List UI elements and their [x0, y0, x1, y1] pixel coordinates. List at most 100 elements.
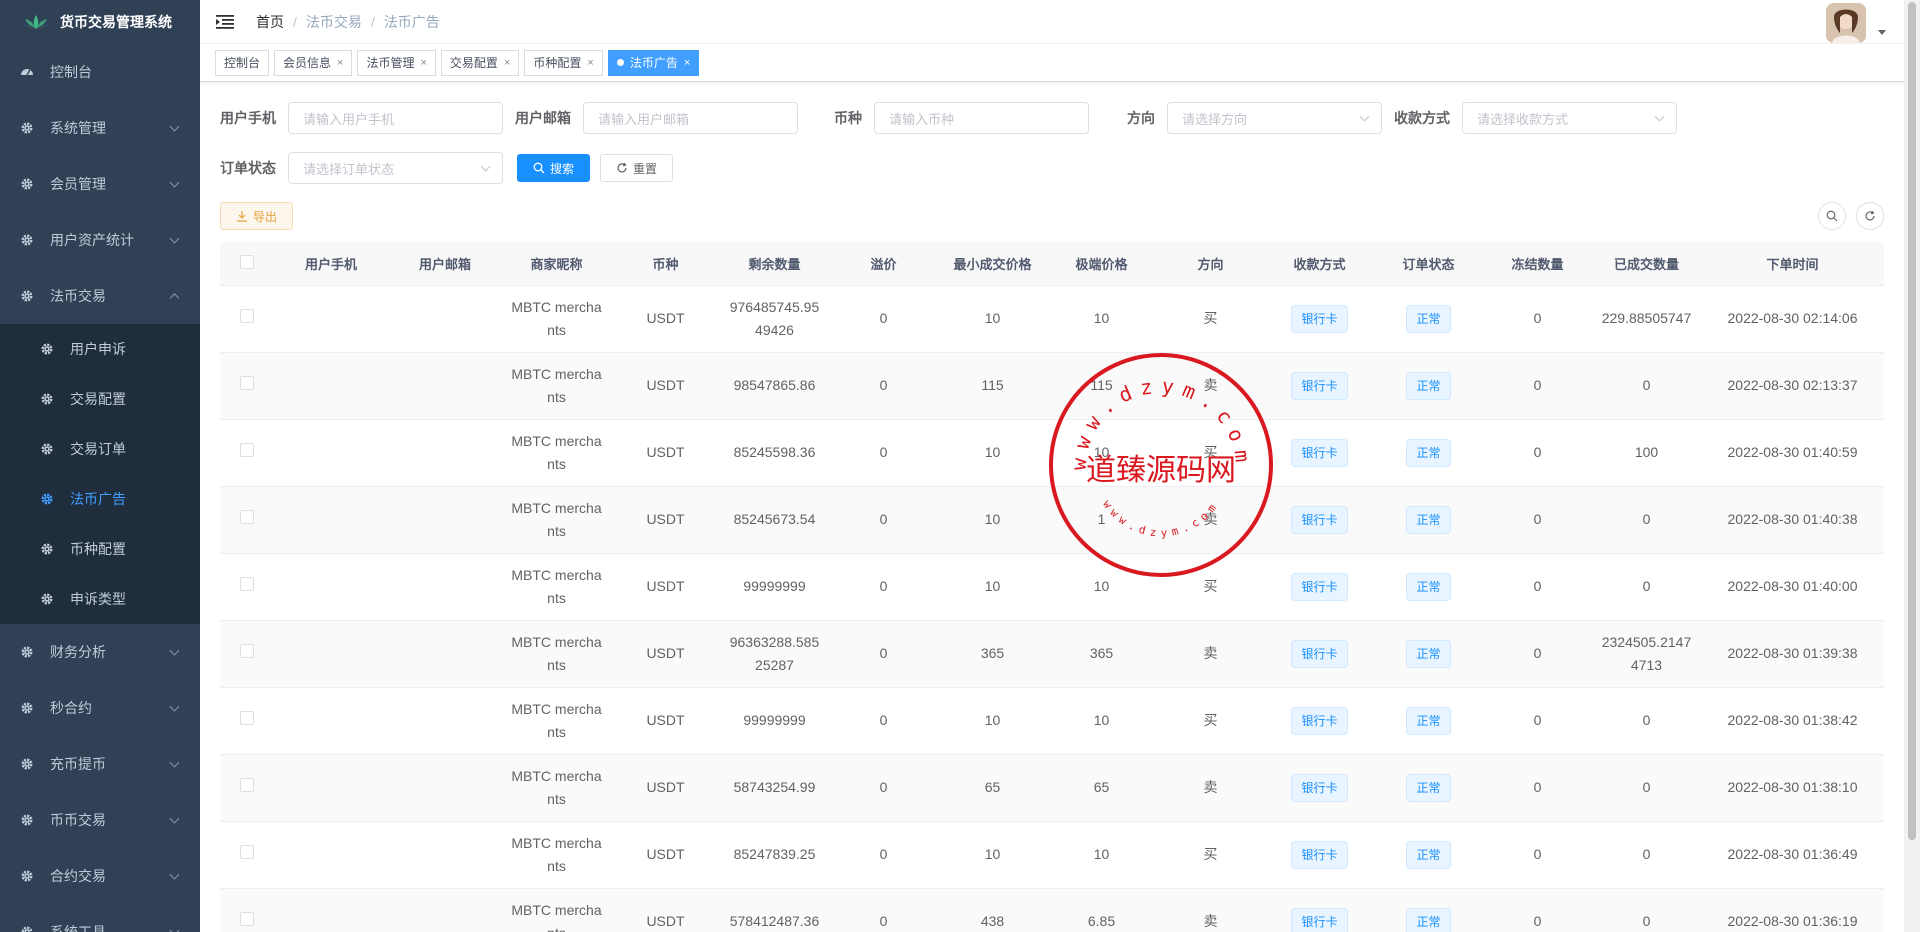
page-scrollbar[interactable] — [1904, 0, 1920, 932]
scrollbar-thumb[interactable] — [1908, 2, 1916, 840]
sidebar-subitem-5[interactable]: 申诉类型 — [0, 574, 200, 624]
table-row[interactable]: MBTC merchants USDT 98547865.86 0 115 115 卖银行卡… — [220, 352, 1884, 420]
table-cell: 0 — [1483, 687, 1592, 755]
table-row[interactable]: MBTC merchants USDT 976485745.9549426 0 10 10… — [220, 285, 1884, 353]
sidebar-subitem-2[interactable]: 交易订单 — [0, 424, 200, 474]
row-checkbox[interactable] — [240, 845, 254, 859]
reset-button[interactable]: 重置 — [600, 154, 674, 182]
tag-3[interactable]: 交易配置 × — [440, 49, 520, 76]
row-checkbox[interactable] — [240, 376, 254, 390]
table-cell: 0 — [1592, 352, 1701, 420]
sidebar-item-label: 用户资产统计 — [50, 232, 134, 248]
row-checkbox[interactable] — [240, 912, 254, 926]
table-row[interactable]: MBTC merchants USDT 85245673.54 0 10 1 卖银行卡 正常 0… — [220, 486, 1884, 554]
close-icon[interactable]: × — [587, 57, 593, 69]
table-cell — [274, 821, 388, 889]
sidebar-item-1[interactable]: 系统管理 — [0, 100, 200, 156]
sidebar-item-tools[interactable]: 系统工具 — [0, 904, 200, 932]
export-button[interactable]: 导出 — [220, 202, 294, 230]
status-cell: 正常 — [1374, 419, 1483, 487]
gear-icon — [40, 442, 54, 456]
sidebar-subitem-1[interactable]: 交易配置 — [0, 374, 200, 424]
sidebar-subitem-3[interactable]: 法币广告 — [0, 474, 200, 524]
table-row[interactable]: MBTC merchants USDT 99999999 0 10 10 买银行卡 正常 0 0 2… — [220, 553, 1884, 621]
sidebar-subitem-label: 申诉类型 — [70, 591, 126, 607]
sidebar-subitem-label: 交易订单 — [70, 441, 126, 457]
close-icon[interactable]: × — [684, 57, 690, 69]
email-input[interactable]: 请输入用户邮箱 — [583, 102, 798, 134]
sidebar-item-0[interactable]: 控制台 — [0, 44, 200, 100]
row-checkbox[interactable] — [240, 510, 254, 524]
sidebar-item-6[interactable]: 秒合约 — [0, 680, 200, 736]
avatar[interactable] — [1826, 3, 1866, 43]
tag-5[interactable]: 法币广告 × — [607, 49, 700, 76]
chevron-down-icon — [480, 161, 491, 172]
close-icon[interactable]: × — [504, 57, 510, 69]
row-checkbox[interactable] — [240, 778, 254, 792]
sidebar-item-5[interactable]: 财务分析 — [0, 624, 200, 680]
tag-2[interactable]: 法币管理 × — [357, 49, 436, 76]
table-row[interactable]: MBTC merchants USDT 96363288.58525287 0 365 3… — [220, 620, 1884, 688]
sidebar-item-4[interactable]: 法币交易 — [0, 268, 200, 324]
coin-input[interactable]: 请输入币种 — [874, 102, 1089, 134]
row-checkbox[interactable] — [240, 577, 254, 591]
table-cell: 0 — [829, 419, 938, 487]
sidebar-item-9[interactable]: 合约交易 — [0, 848, 200, 904]
gear-icon — [20, 289, 34, 303]
row-checkbox[interactable] — [240, 309, 254, 323]
tag-4[interactable]: 币种配置 × — [524, 49, 603, 76]
breadcrumb-fiat: 法币交易 — [305, 13, 362, 30]
table-cell — [274, 888, 388, 932]
chevron-up-icon — [169, 293, 180, 304]
table-cell: 0 — [829, 352, 938, 420]
table-row[interactable]: MBTC merchants USDT 58743254.99 0 65 65 卖银行卡 正常… — [220, 754, 1884, 822]
app-logo[interactable]: 货币交易管理系统 — [0, 0, 200, 44]
refresh-table-button[interactable] — [1856, 202, 1884, 230]
sidebar-subitem-4[interactable]: 币种配置 — [0, 524, 200, 574]
tag-0[interactable]: 控制台 — [215, 49, 270, 76]
phone-input[interactable]: 请输入用户手机 — [288, 102, 503, 134]
table-row[interactable]: MBTC merchantsUSDT578412487.3604386.85卖银… — [220, 888, 1884, 932]
table-cell: MBTC merchants — [502, 687, 611, 755]
table-row[interactable]: MBTC merchants USDT 85245598.36 0 10 10 买银行卡 正常… — [220, 419, 1884, 487]
gear-icon — [20, 645, 34, 659]
row-checkbox[interactable] — [240, 711, 254, 725]
table-row[interactable]: MBTC merchants USDT 99999999 0 10 10 买银行卡 正常 0 0 2… — [220, 687, 1884, 755]
row-select-cell — [220, 821, 274, 889]
breadcrumb-home[interactable]: 首页 — [256, 12, 284, 32]
caret-down-icon[interactable] — [1878, 30, 1886, 35]
table-cell: 卖 — [1156, 620, 1265, 688]
table-cell: MBTC merchants — [502, 285, 611, 353]
direction-select[interactable]: 请选择方向 — [1167, 102, 1382, 134]
sidebar-item-label: 财务分析 — [50, 644, 106, 660]
table-cell — [274, 486, 388, 554]
search-button[interactable]: 搜索 — [517, 154, 591, 182]
sidebar-item-3[interactable]: 用户资产统计 — [0, 212, 200, 268]
column-header: 冻结数量 — [1483, 242, 1592, 286]
sidebar-subitem-0[interactable]: 用户申诉 — [0, 324, 200, 374]
sidebar-item-7[interactable]: 充币提币 — [0, 736, 200, 792]
gear-icon — [21, 178, 33, 190]
row-checkbox[interactable] — [240, 443, 254, 457]
sidebar-item-8[interactable]: 币币交易 — [0, 792, 200, 848]
table-row[interactable]: MBTC merchants USDT 85247839.25 0 10 10 买银行卡 正常… — [220, 821, 1884, 889]
table-cell — [274, 754, 388, 822]
payment-select[interactable]: 请选择收款方式 — [1462, 102, 1677, 134]
sidebar-item-2[interactable]: 会员管理 — [0, 156, 200, 212]
select-all-checkbox[interactable] — [240, 254, 254, 269]
gear-icon — [21, 814, 33, 826]
tag-1[interactable]: 会员信息 × — [274, 49, 353, 76]
table-header-row: 用户手机 用户邮箱 商家昵称 币种 剩余数量 溢价 最小成交价格 极端价格 方向 收款方式 订单状态… — [220, 242, 1884, 286]
status-select[interactable]: 请选择订单状态 — [288, 152, 503, 184]
table-cell: 0 — [1592, 821, 1701, 889]
row-checkbox[interactable] — [240, 644, 254, 658]
sidebar-item-label: 币币交易 — [50, 812, 106, 828]
close-icon[interactable]: × — [337, 57, 343, 69]
table-cell: USDT — [611, 352, 720, 420]
close-icon[interactable]: × — [420, 57, 426, 69]
payment-cell: 银行卡 — [1265, 754, 1374, 822]
hamburger-fold-icon[interactable] — [216, 14, 234, 30]
toggle-search-button[interactable] — [1818, 202, 1846, 230]
payment-placeholder: 请选择收款方式 — [1477, 111, 1569, 127]
breadcrumb: 首页 / 法币交易 / 法币广告 — [256, 12, 440, 32]
